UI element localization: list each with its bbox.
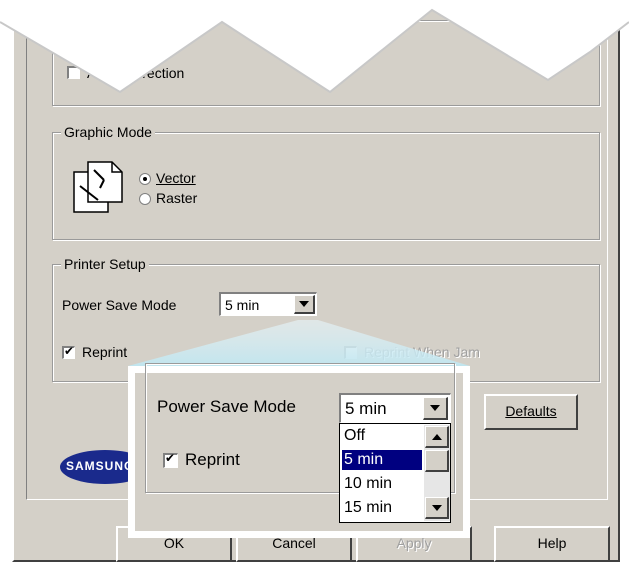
zoom-power-save-mode-label: Power Save Mode (157, 397, 296, 416)
scroll-thumb[interactable] (425, 450, 449, 472)
scroll-up-button[interactable] (425, 426, 449, 448)
scroll-down-button[interactable] (425, 497, 449, 519)
zoom-power-save-mode-select[interactable]: 5 min (339, 393, 451, 423)
zoom-inset: Power Save Mode 5 min Reprint Off 5 min … (128, 363, 470, 538)
option-5-min[interactable]: 5 min (342, 450, 422, 470)
chevron-down-icon (431, 504, 442, 511)
chevron-down-icon (430, 405, 440, 411)
option-off[interactable]: Off (342, 426, 422, 446)
options-scrollbar[interactable] (424, 425, 450, 521)
zoom-dropdown-button[interactable] (423, 397, 448, 420)
zoom-power-save-mode-value: 5 min (345, 399, 387, 418)
zoom-reprint-label: Reprint (185, 450, 240, 469)
zoom-reprint-checkbox[interactable] (163, 451, 178, 468)
option-15-min[interactable]: 15 min (342, 498, 422, 518)
chevron-up-icon (431, 433, 442, 440)
power-save-options-list[interactable]: Off 5 min 10 min 15 min (339, 423, 451, 523)
zoom-inset-panel: Power Save Mode 5 min Reprint Off 5 min … (135, 363, 463, 531)
option-10-min[interactable]: 10 min (342, 474, 422, 494)
